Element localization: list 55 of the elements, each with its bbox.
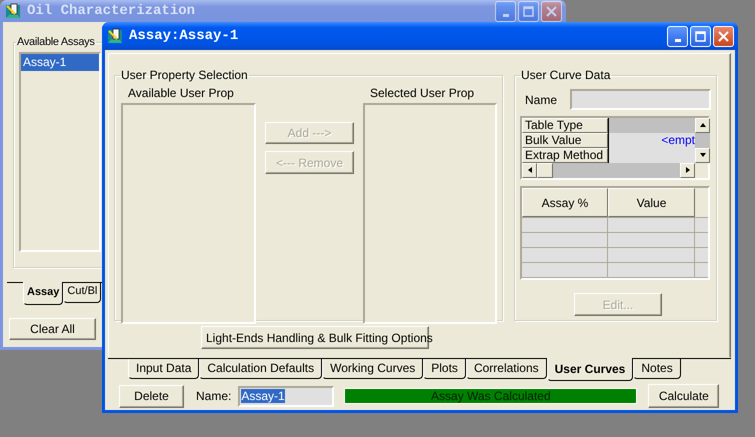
maximize-icon (695, 30, 706, 42)
close-icon (546, 6, 557, 16)
property-value[interactable]: <empt (608, 132, 695, 148)
right-arrow-icon (684, 166, 692, 174)
app-icon (107, 28, 123, 44)
group-label: User Property Selection (120, 68, 249, 82)
scroll-thumb[interactable] (537, 162, 553, 178)
property-label: Extrap Method (522, 148, 608, 163)
group-label: Available Assays (16, 36, 96, 48)
app-icon (5, 3, 21, 19)
maximize-icon (523, 6, 534, 16)
left-arrow-icon (526, 166, 534, 174)
scrollbar[interactable] (695, 118, 710, 163)
tab[interactable]: User Curves (546, 358, 634, 381)
minimize-icon (674, 38, 680, 42)
assay-list[interactable]: Assay-1 (19, 52, 101, 252)
clear-all-button[interactable]: Clear All (9, 318, 96, 340)
name-field[interactable]: Assay-1 (238, 386, 334, 406)
down-arrow-icon (698, 151, 706, 160)
tab[interactable]: Working Curves (322, 359, 424, 379)
close-button[interactable] (713, 26, 734, 46)
tab[interactable]: Cut/Bl (63, 283, 102, 303)
up-arrow-icon (698, 121, 706, 130)
maximize-button[interactable] (690, 26, 711, 46)
calculate-button[interactable]: Calculate (648, 384, 720, 408)
tab[interactable]: Assay (23, 282, 64, 305)
status-bar: Assay Was Calculated (344, 388, 638, 404)
property-label: Bulk Value (522, 132, 608, 148)
field-label: Name: (196, 389, 232, 403)
group-label: User Curve Data (520, 68, 612, 82)
tab[interactable]: Calculation Defaults (199, 359, 322, 379)
name-field[interactable] (570, 89, 712, 110)
close-button[interactable] (541, 0, 562, 22)
tab[interactable]: Notes (633, 359, 681, 379)
tab[interactable]: Plots (423, 359, 466, 379)
list-item[interactable]: Assay-1 (21, 54, 99, 71)
field-label: Name (525, 92, 558, 106)
column-header[interactable]: Assay % (522, 188, 608, 218)
minimize-button[interactable] (667, 26, 688, 46)
delete-button[interactable]: Delete (119, 384, 184, 408)
close-icon (718, 30, 729, 42)
selected-list[interactable] (363, 103, 497, 324)
window-title: Oil Characterization (27, 3, 196, 19)
available-list[interactable] (121, 103, 256, 324)
list-label: Available User Prop (127, 86, 234, 100)
window-title: Assay:Assay-1 (129, 28, 240, 44)
minimize-icon (502, 14, 508, 16)
scrollbar[interactable] (522, 162, 695, 178)
property-label: Table Type (522, 118, 608, 133)
tab[interactable]: Input Data (128, 359, 200, 379)
list-label: Selected User Prop (369, 86, 474, 100)
minimize-button[interactable] (495, 0, 516, 22)
column-header[interactable]: Value (608, 188, 695, 218)
maximize-button[interactable] (518, 0, 539, 22)
tab[interactable]: Correlations (466, 359, 547, 379)
